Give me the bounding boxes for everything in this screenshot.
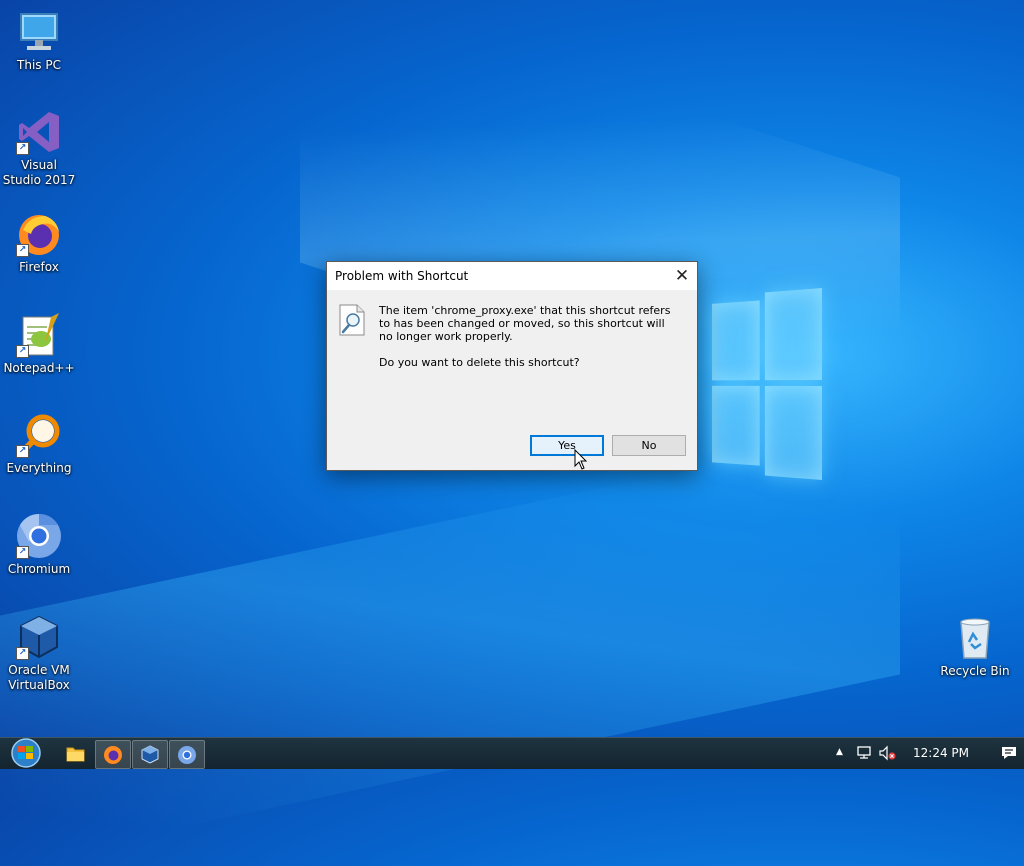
windows-start-orb-icon	[11, 738, 41, 768]
desktop-icon-label: Firefox	[19, 260, 59, 274]
dialog-question: Do you want to delete this shortcut?	[379, 356, 580, 369]
dialog-body: The item 'chrome_proxy.exe' that this sh…	[327, 290, 697, 470]
yes-button[interactable]: Yes	[530, 435, 604, 456]
shortcut-arrow-icon: ↗	[16, 445, 29, 458]
shortcut-arrow-icon: ↗	[16, 546, 29, 559]
no-button[interactable]: No	[612, 435, 686, 456]
dialog-title: Problem with Shortcut	[335, 269, 469, 283]
shortcut-arrow-icon: ↗	[16, 244, 29, 257]
taskbar-firefox[interactable]	[95, 740, 131, 769]
virtualbox-icon: ↗	[15, 613, 63, 661]
taskbar: ▲ 12:24 PM	[0, 737, 1024, 769]
desktop-icon-label: Notepad++	[3, 361, 75, 375]
desktop-icon-label: Everything	[6, 461, 72, 475]
file-explorer-icon	[66, 747, 85, 762]
network-icon[interactable]	[856, 745, 872, 764]
firefox-icon: ↗	[15, 210, 63, 258]
taskbar-virtualbox[interactable]	[132, 740, 168, 769]
wallpaper-light-beam	[0, 424, 900, 866]
problem-with-shortcut-dialog: Problem with Shortcut ✕ The item 'chrome…	[326, 261, 698, 471]
magnifier-icon: ↗	[15, 411, 63, 459]
start-button[interactable]	[4, 738, 46, 769]
desktop-icon-label: This PC	[17, 58, 61, 72]
action-center-icon[interactable]	[1000, 745, 1018, 764]
wallpaper-windows-logo	[712, 288, 822, 480]
dialog-title-bar[interactable]: Problem with Shortcut ✕	[327, 262, 697, 290]
virtualbox-icon	[141, 745, 159, 764]
desktop-icon-this-pc[interactable]: This PC	[1, 8, 77, 73]
taskbar-chromium[interactable]	[169, 740, 205, 769]
shortcut-arrow-icon: ↗	[16, 142, 29, 155]
monitor-icon	[15, 8, 63, 56]
shortcut-arrow-icon: ↗	[16, 647, 29, 660]
chromium-icon	[178, 746, 196, 764]
desktop-icon-notepad-plus-plus[interactable]: ↗ Notepad++	[1, 311, 77, 376]
shortcut-arrow-icon: ↗	[16, 345, 29, 358]
system-tray: ▲ 12:24 PM	[824, 738, 1024, 769]
desktop-icon-everything[interactable]: ↗ Everything	[1, 411, 77, 476]
desktop-icon-chromium[interactable]: ↗ Chromium	[1, 512, 77, 577]
volume-muted-icon[interactable]	[878, 745, 896, 764]
chromium-icon: ↗	[15, 512, 63, 560]
desktop-icon-visual-studio[interactable]: ↗ Visual Studio 2017	[1, 108, 77, 188]
firefox-icon	[104, 746, 122, 764]
taskbar-file-explorer[interactable]	[58, 740, 92, 767]
desktop-icon-recycle-bin[interactable]: Recycle Bin	[937, 614, 1013, 679]
desktop-icon-label: Recycle Bin	[940, 664, 1010, 678]
recycle-bin-icon	[951, 614, 999, 662]
mouse-pointer-icon	[574, 448, 588, 471]
desktop-icon-label: Oracle VM VirtualBox	[8, 663, 70, 692]
desktop-icon-label: Chromium	[7, 562, 71, 576]
visual-studio-icon: ↗	[15, 108, 63, 156]
desktop-icon-virtualbox[interactable]: ↗ Oracle VM VirtualBox	[1, 613, 77, 693]
notepad-plus-plus-icon: ↗	[15, 311, 63, 359]
desktop-icon-label: Visual Studio 2017	[2, 158, 76, 187]
dialog-message: The item 'chrome_proxy.exe' that this sh…	[379, 304, 671, 343]
close-button[interactable]: ✕	[667, 262, 697, 290]
desktop-icon-firefox[interactable]: ↗ Firefox	[1, 210, 77, 275]
show-hidden-icons-button[interactable]: ▲	[836, 747, 843, 757]
taskbar-clock[interactable]: 12:24 PM	[913, 746, 969, 760]
document-magnifier-icon	[339, 304, 365, 336]
